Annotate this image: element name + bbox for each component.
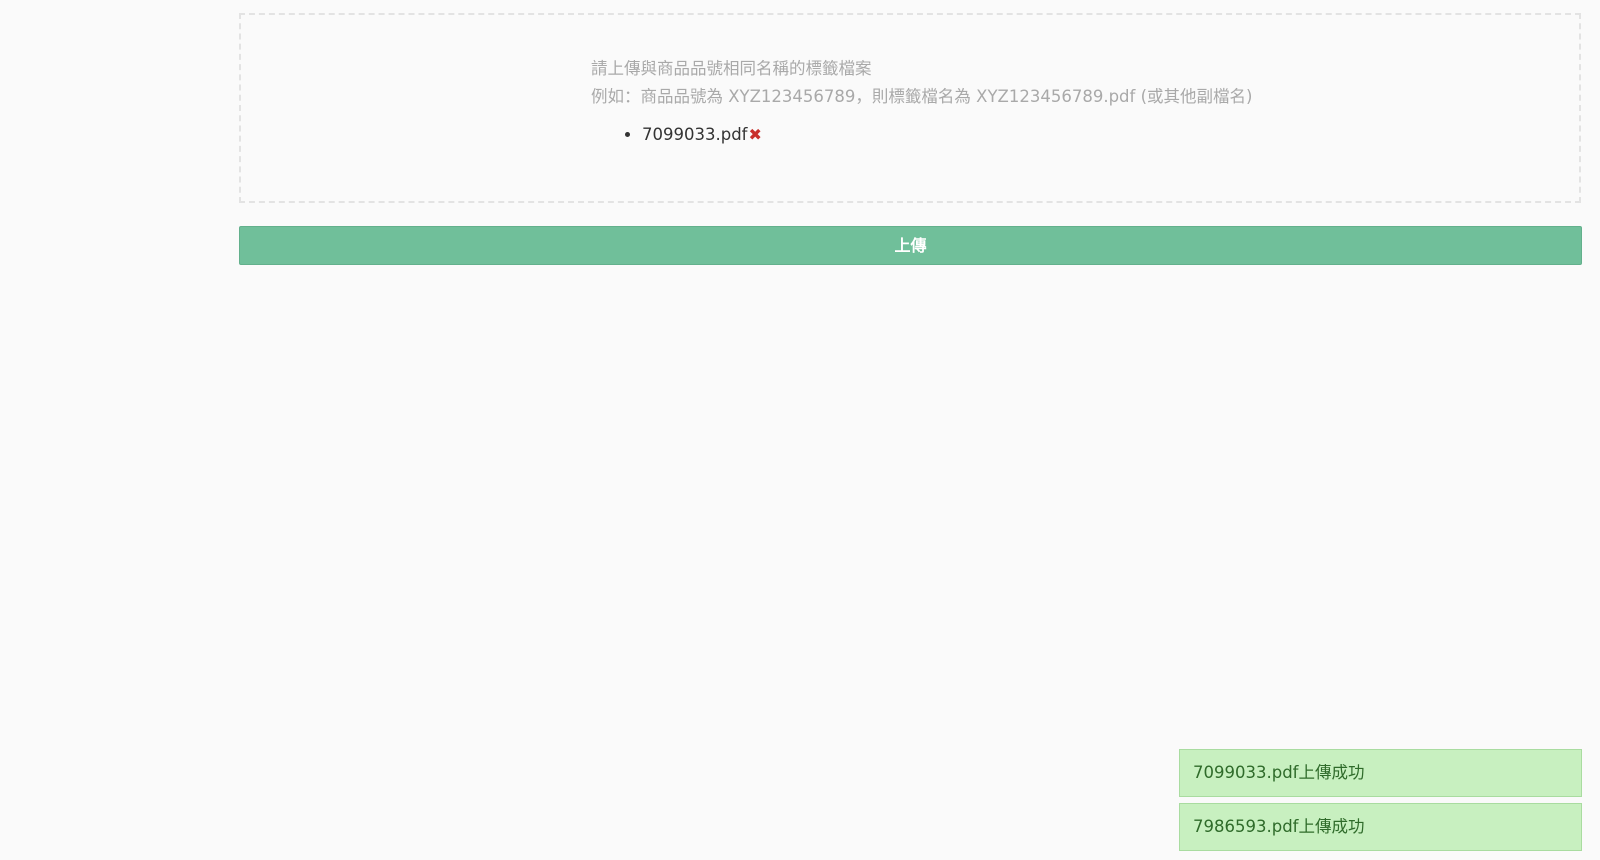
file-dropzone[interactable]: 請上傳與商品品號相同名稱的標籤檔案 例如：商品品號為 XYZ123456789，… [239, 13, 1581, 203]
notification-area: 7099033.pdf上傳成功 7986593.pdf上傳成功 [1179, 749, 1582, 857]
success-toast[interactable]: 7099033.pdf上傳成功 [1179, 749, 1582, 797]
file-name: 7099033.pdf [642, 125, 748, 144]
dropzone-content: 請上傳與商品品號相同名稱的標籤檔案 例如：商品品號為 XYZ123456789，… [591, 55, 1252, 147]
page: 請上傳與商品品號相同名稱的標籤檔案 例如：商品品號為 XYZ123456789，… [0, 0, 1600, 860]
selected-file-list: 7099033.pdf✖ [591, 123, 1252, 147]
dropzone-hint-line2: 例如：商品品號為 XYZ123456789，則標籤檔名為 XYZ12345678… [591, 87, 1253, 106]
upload-button[interactable]: 上傳 [239, 226, 1582, 265]
dropzone-hint-line1: 請上傳與商品品號相同名稱的標籤檔案 [591, 59, 872, 78]
remove-file-icon[interactable]: ✖ [749, 123, 762, 147]
file-list-item: 7099033.pdf✖ [642, 123, 1252, 147]
success-toast[interactable]: 7986593.pdf上傳成功 [1179, 803, 1582, 851]
